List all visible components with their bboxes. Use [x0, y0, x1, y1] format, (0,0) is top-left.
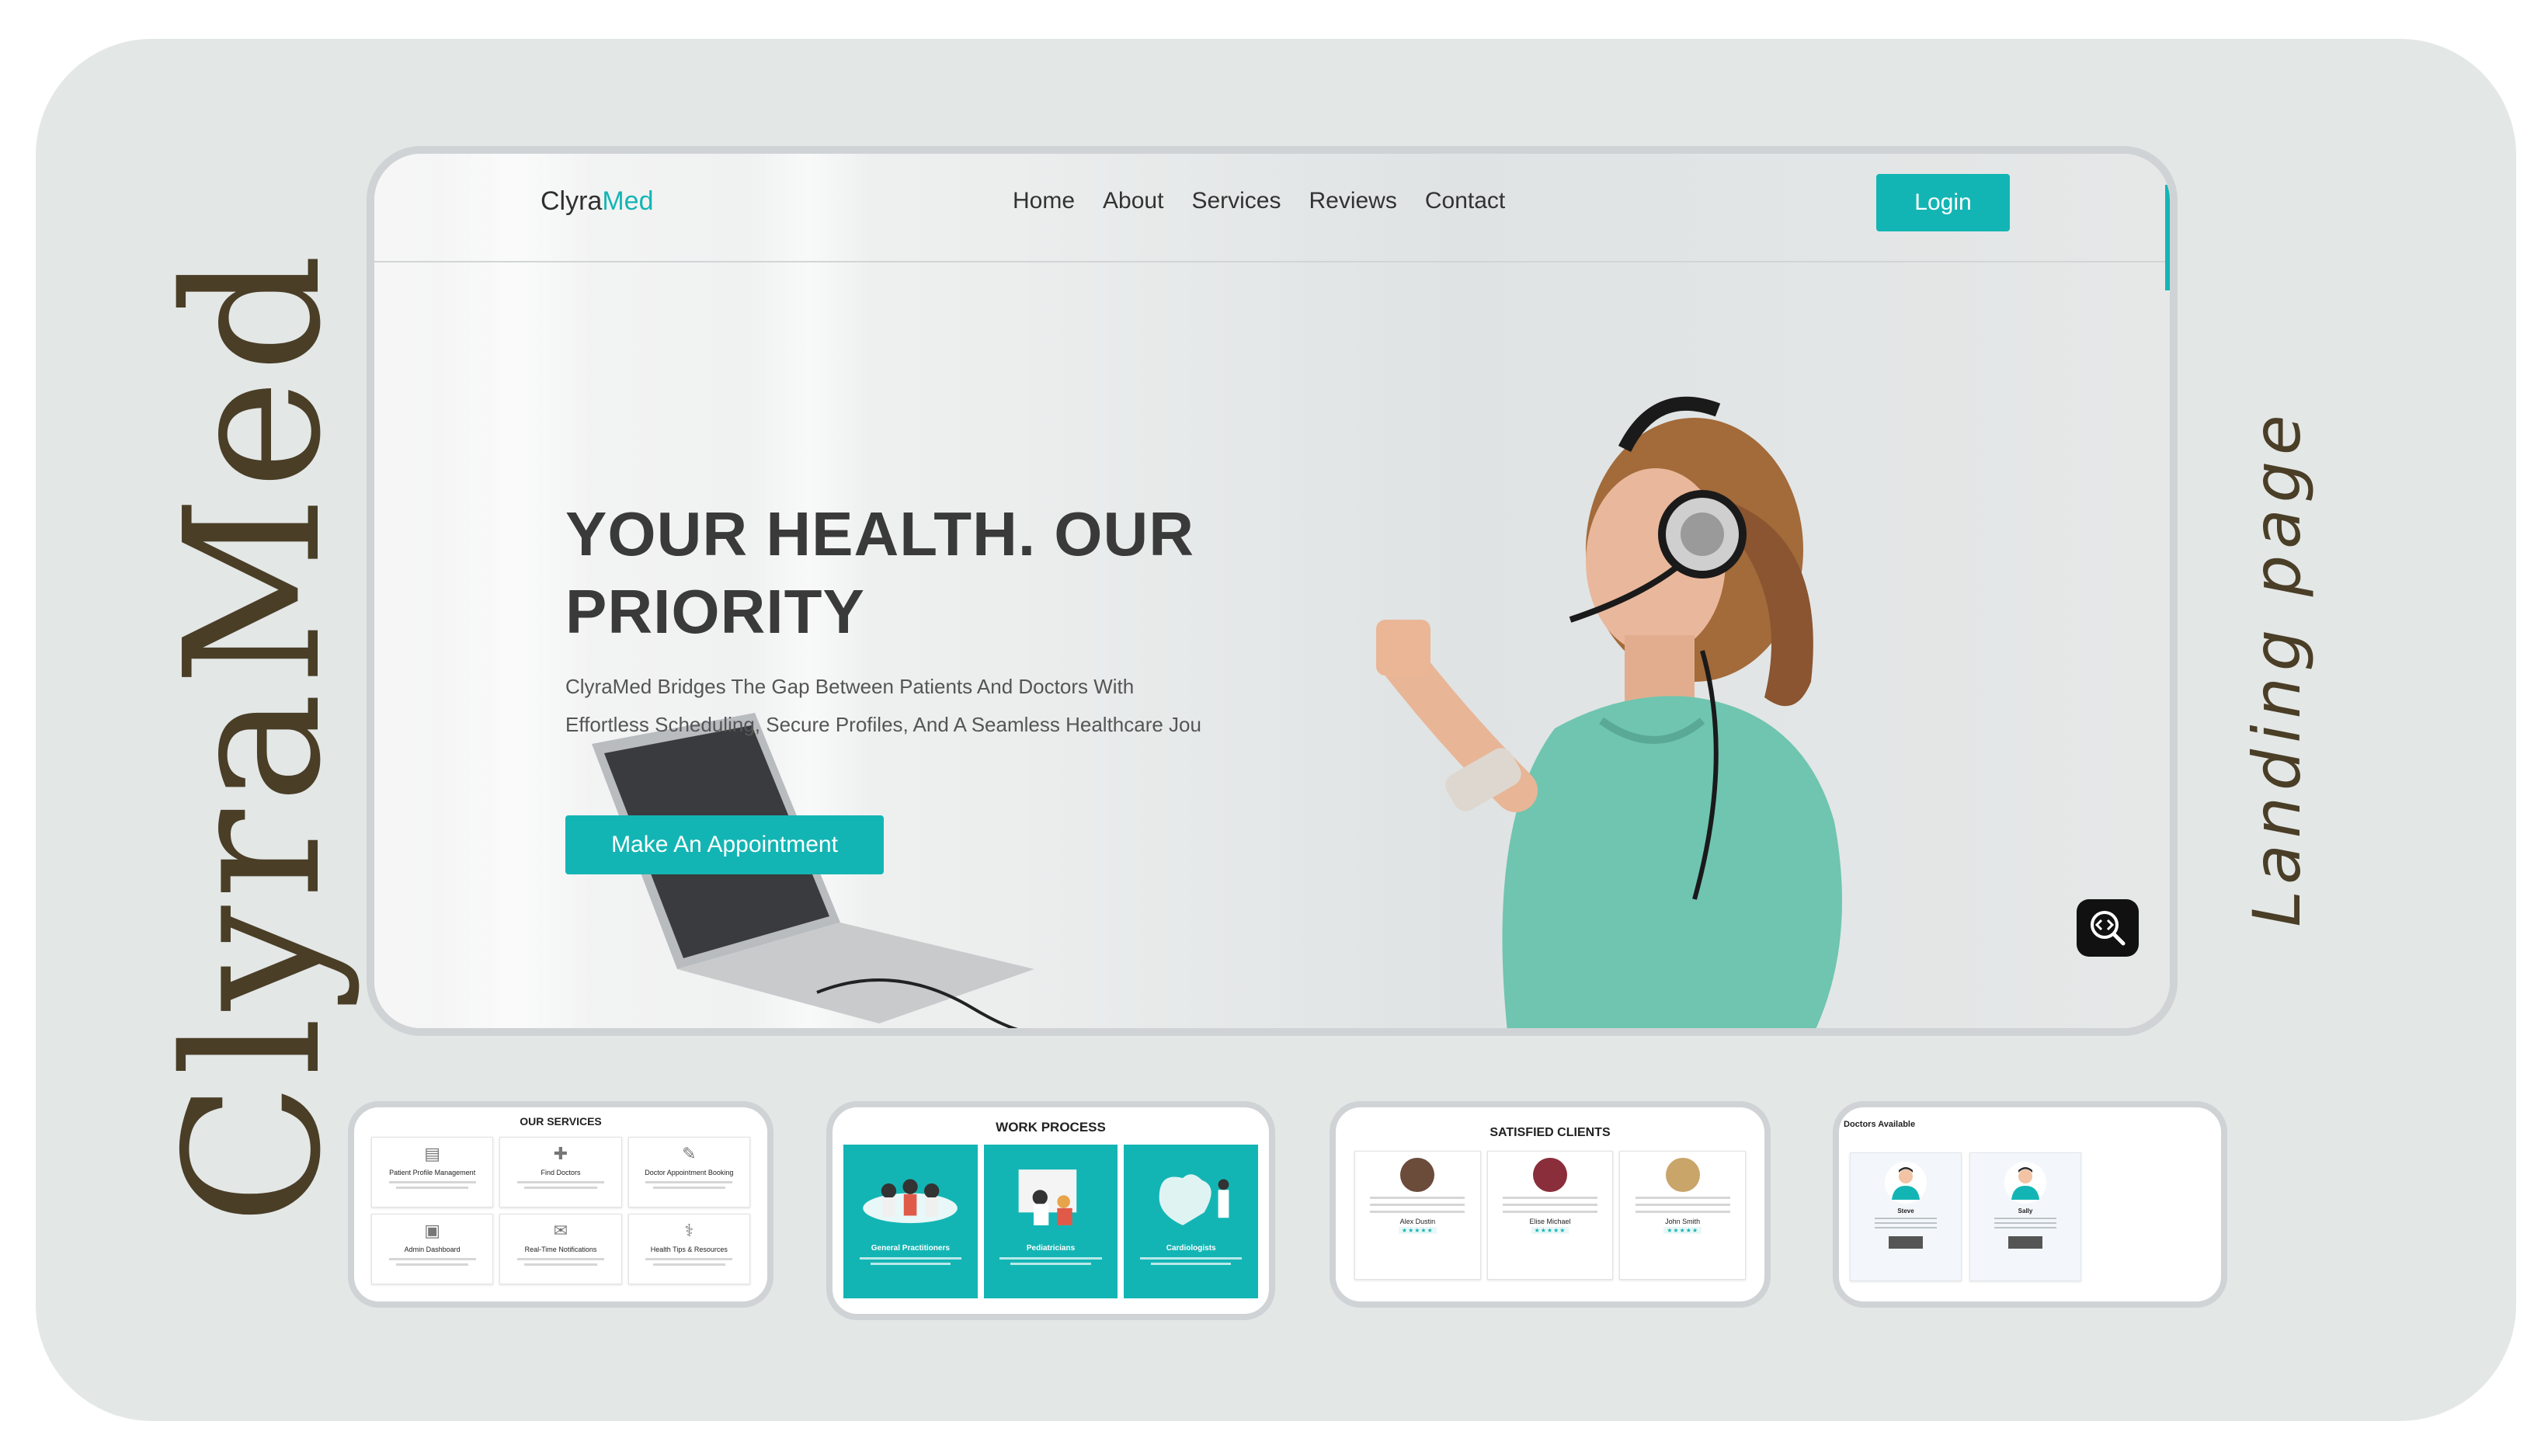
book-doctor-button[interactable]	[1889, 1236, 1923, 1249]
service-card: ▤ Patient Profile Management	[371, 1137, 494, 1208]
services-thumbnail[interactable]: OUR SERVICES ▤ Patient Profile Management…	[348, 1101, 773, 1308]
landing-page-caption: Landing page	[2239, 408, 2315, 927]
client-avatar	[1400, 1158, 1435, 1192]
doctors-group-illustration	[863, 1179, 958, 1224]
scrollbar[interactable]	[2165, 185, 2170, 290]
doctor-card: Steve	[1850, 1152, 1962, 1281]
clients-thumbnail[interactable]: SATISFIED CLIENTS Alex Dustin ★★★★★ Elis…	[1330, 1101, 1771, 1308]
medical-box-icon: ✚	[553, 1145, 568, 1164]
site-logo[interactable]: ClyraMed	[541, 186, 653, 217]
service-card: ⚕ Health Tips & Resources	[627, 1214, 750, 1284]
service-card: ✉ Real-Time Notifications	[499, 1214, 622, 1284]
client-avatar	[1533, 1158, 1567, 1192]
nav-contact[interactable]: Contact	[1425, 188, 1505, 214]
pediatrician-illustration	[1018, 1169, 1077, 1225]
monitor-icon: ▤	[424, 1145, 441, 1164]
service-card: ✚ Find Doctors	[499, 1137, 622, 1208]
doctor-card: Sally	[1969, 1152, 2081, 1281]
work-process-cards: General Practitioners Pediatricians Card…	[843, 1145, 1259, 1298]
client-cards: Alex Dustin ★★★★★ Elise Michael ★★★★★ Jo…	[1354, 1151, 1747, 1280]
client-card: Alex Dustin ★★★★★	[1354, 1151, 1481, 1280]
clients-title: SATISFIED CLIENTS	[1490, 1126, 1611, 1139]
book-doctor-button[interactable]	[2008, 1236, 2042, 1249]
nav-reviews[interactable]: Reviews	[1309, 188, 1396, 214]
magnifier-code-icon	[2091, 911, 2126, 946]
health-tips-icon: ⚕	[684, 1221, 694, 1241]
services-grid: ▤ Patient Profile Management ✚ Find Doctor…	[371, 1137, 750, 1284]
notification-icon: ✉	[553, 1221, 568, 1241]
client-card: John Smith ★★★★★	[1619, 1151, 1747, 1280]
process-card: General Practitioners	[843, 1145, 978, 1298]
nav-menu: Home About Services Reviews Contact	[1013, 188, 1505, 214]
process-card: Pediatricians	[983, 1145, 1118, 1298]
brand-vertical-title: ClyraMed	[144, 247, 362, 1225]
stethoscope-icon: ✎	[682, 1145, 697, 1164]
hero-subtext: ClyraMed Bridges The Gap Between Patient…	[565, 675, 1201, 736]
rating-stars: ★★★★★	[1398, 1227, 1437, 1234]
work-process-title: WORK PROCESS	[996, 1120, 1106, 1135]
rating-stars: ★★★★★	[1531, 1227, 1569, 1234]
hero-headline: YOUR HEALTH. OUR PRIORITY	[565, 499, 1195, 646]
nav-services[interactable]: Services	[1191, 188, 1281, 214]
services-title: OUR SERVICES	[520, 1115, 602, 1128]
rating-stars: ★★★★★	[1663, 1227, 1702, 1234]
top-nav: ClyraMed Home About Services Reviews Con…	[374, 154, 2170, 262]
nav-about[interactable]: About	[1103, 188, 1163, 214]
nav-home[interactable]: Home	[1013, 188, 1075, 214]
doctor-avatar-icon	[2004, 1162, 2046, 1204]
service-card: ✎ Doctor Appointment Booking	[627, 1137, 750, 1208]
doctors-thumbnail[interactable]: Doctors Available Steve Sally	[1833, 1101, 2227, 1308]
make-appointment-button[interactable]: Make An Appointment	[565, 815, 884, 874]
hero-preview: ClyraMed Home About Services Reviews Con…	[367, 146, 2178, 1036]
client-avatar	[1665, 1158, 1700, 1192]
nurse-illustration	[1376, 396, 1842, 1028]
dashboard-icon: ▣	[424, 1221, 441, 1241]
service-card: ▣ Admin Dashboard	[371, 1214, 494, 1284]
doctors-available-title: Doctors Available	[1844, 1120, 1916, 1129]
work-process-thumbnail[interactable]: WORK PROCESS General Practitioners Pedia…	[826, 1101, 1275, 1320]
laptop-illustration	[592, 713, 1034, 1028]
client-card: Elise Michael ★★★★★	[1486, 1151, 1614, 1280]
login-button[interactable]: Login	[1876, 174, 2010, 231]
doctor-avatar-icon	[1885, 1162, 1927, 1204]
cardiologist-illustration	[1159, 1174, 1229, 1225]
zoom-code-button[interactable]	[2077, 899, 2139, 957]
process-card: Cardiologists	[1124, 1145, 1259, 1298]
